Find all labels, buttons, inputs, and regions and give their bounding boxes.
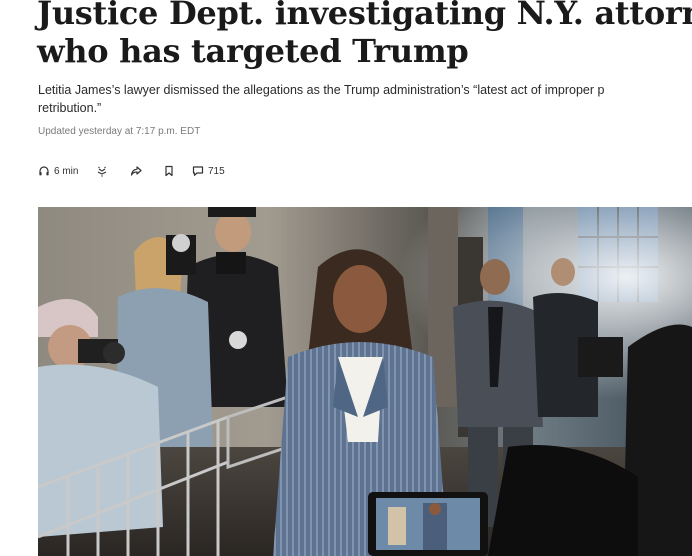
comment-icon: [192, 165, 204, 177]
dek-line-1: Letitia James’s lawyer dismissed the all…: [38, 83, 605, 97]
headline-line-2: who has targeted Trump: [37, 32, 469, 70]
dek: Letitia James’s lawyer dismissed the all…: [38, 81, 692, 117]
phone-screen: [368, 492, 488, 556]
article-page: Justice Dept. investigating N.Y. attorne…: [0, 0, 692, 556]
headline-line-1: Justice Dept. investigating N.Y. attorne…: [37, 0, 692, 32]
listen-button[interactable]: 6 min: [38, 165, 96, 177]
listen-duration: 6 min: [54, 165, 79, 177]
share-icon: [130, 165, 142, 177]
share-button[interactable]: [130, 165, 163, 177]
comments-count: 715: [208, 165, 225, 177]
lead-photo: [38, 207, 692, 556]
dek-line-2: retribution.”: [38, 101, 102, 115]
bookmark-icon: [163, 165, 175, 177]
comments-button[interactable]: 715: [192, 165, 225, 177]
article-toolbar: 6 min 715: [38, 163, 225, 179]
headline: Justice Dept. investigating N.Y. attorne…: [37, 0, 692, 70]
updated-timestamp: Updated yesterday at 7:17 p.m. EDT: [38, 126, 201, 137]
gift-icon: [96, 165, 108, 177]
save-button[interactable]: [163, 165, 192, 177]
gift-article-button[interactable]: [96, 165, 130, 177]
headphones-icon: [38, 165, 50, 177]
